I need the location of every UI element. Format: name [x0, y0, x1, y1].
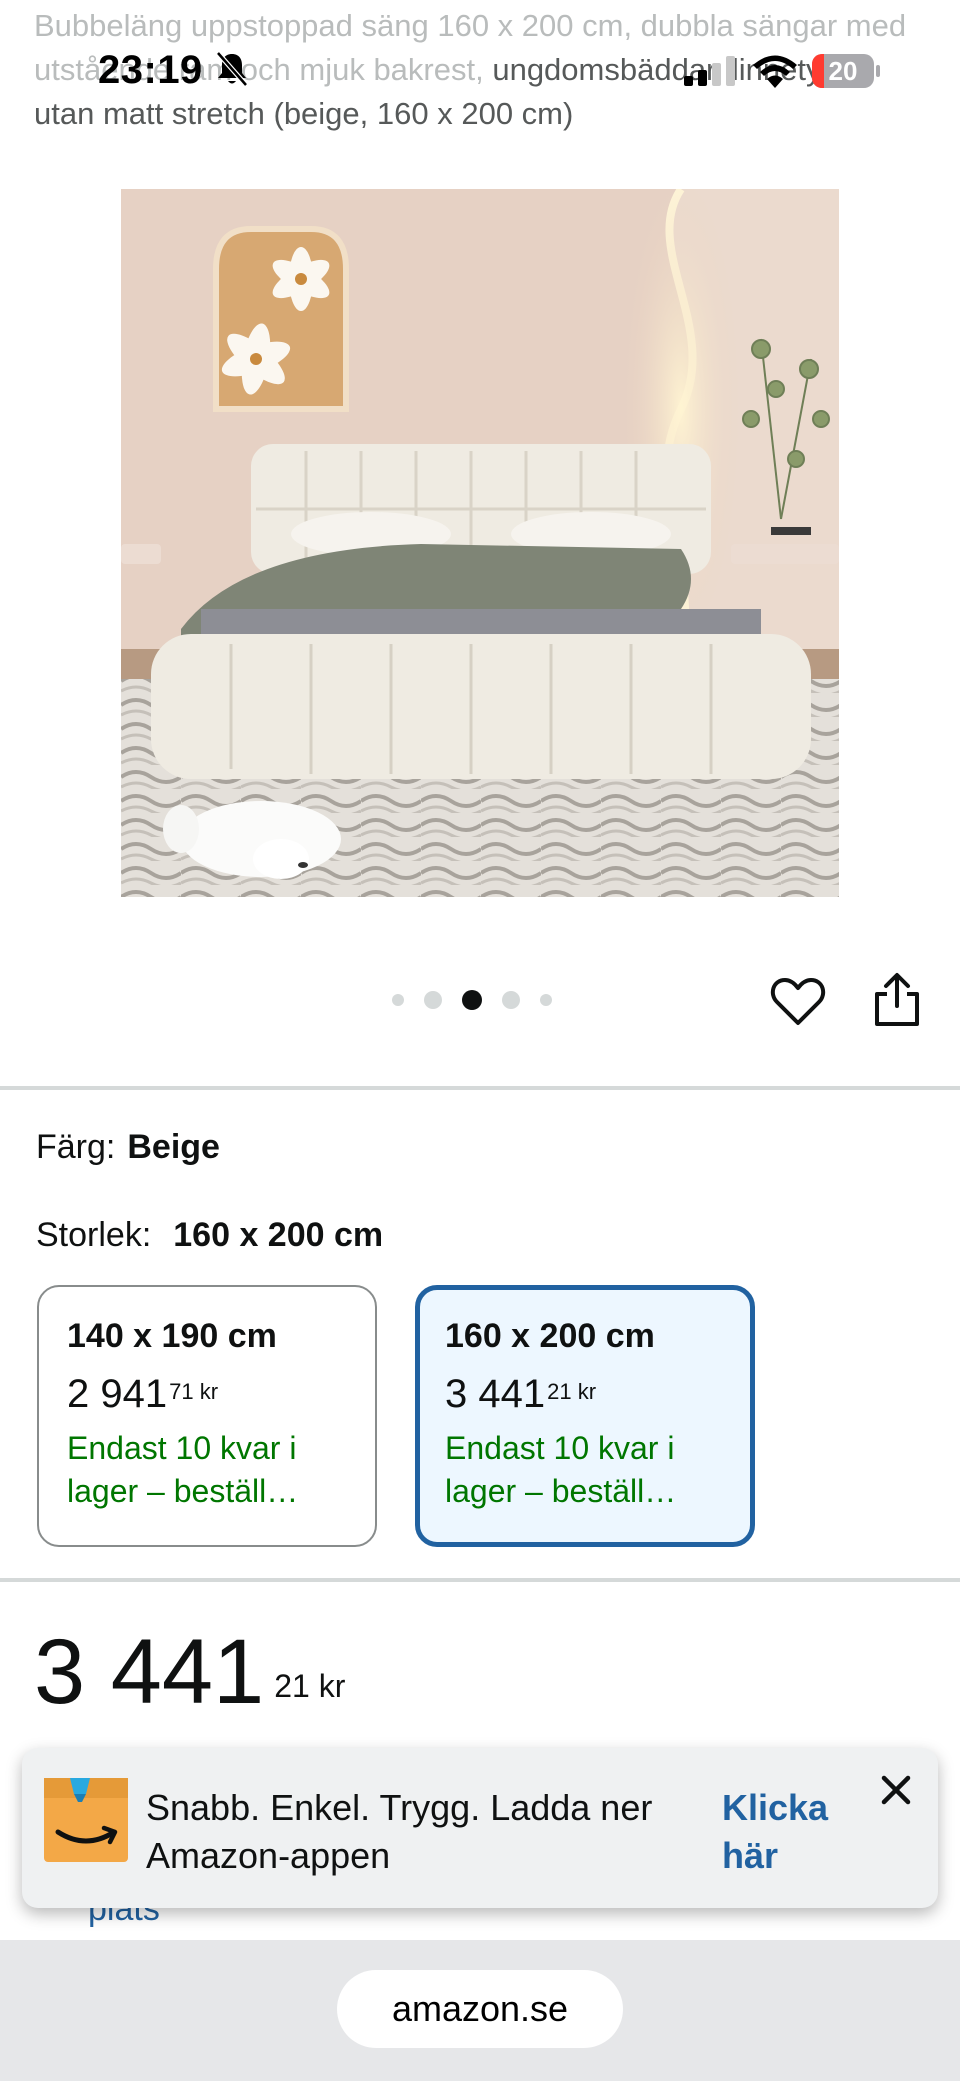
section-divider	[0, 1086, 960, 1090]
pagination-dot-active[interactable]	[462, 990, 482, 1010]
price-fraction: 21	[274, 1668, 310, 1704]
close-icon[interactable]	[874, 1768, 918, 1812]
pagination-dot[interactable]	[502, 991, 520, 1009]
product-image[interactable]	[121, 189, 839, 897]
color-label: Färg:	[36, 1128, 116, 1166]
price-currency: kr	[318, 1668, 346, 1704]
color-selection: Färg: Beige	[36, 1128, 220, 1167]
size-option-160x200[interactable]: 160 x 200 cm 3 44121 kr Endast 10 kvar i…	[415, 1285, 755, 1547]
bed-illustration	[121, 189, 839, 897]
size-option-price: 2 94171 kr	[67, 1372, 219, 1416]
pagination-dot[interactable]	[424, 991, 442, 1009]
size-option-stock: Endast 10 kvar i lager – beställ…	[67, 1430, 299, 1509]
size-option-140x190[interactable]: 140 x 190 cm 2 94171 kr Endast 10 kvar i…	[37, 1285, 377, 1547]
section-divider	[0, 1578, 960, 1582]
size-selection: Storlek: 160 x 200 cm	[36, 1216, 383, 1255]
browser-bottom-bar: amazon.se	[0, 1940, 960, 2081]
product-title: Bubbeläng uppstoppad säng 160 x 200 cm, …	[34, 4, 914, 136]
size-option-label: 140 x 190 cm	[67, 1317, 277, 1355]
color-value: Beige	[127, 1128, 220, 1166]
size-label: Storlek:	[36, 1216, 152, 1254]
share-icon[interactable]	[872, 972, 922, 1028]
product-title-faded: Bubbeläng uppstoppad säng 160 x 200 cm, …	[34, 8, 907, 43]
product-title-mid: utstående ram och mjuk bakrest,	[34, 52, 484, 87]
size-option-price: 3 44121 kr	[445, 1372, 597, 1416]
amazon-app-icon	[44, 1778, 128, 1862]
image-pagination[interactable]	[392, 988, 572, 1012]
size-option-label: 160 x 200 cm	[445, 1317, 655, 1355]
banner-text: Snabb. Enkel. Trygg. Ladda ner Amazon-ap…	[146, 1787, 653, 1876]
pagination-dot[interactable]	[540, 994, 552, 1006]
price-whole: 3 441	[34, 1621, 265, 1723]
product-price: 3 441 21 kr	[34, 1622, 345, 1722]
address-bar[interactable]: amazon.se	[337, 1970, 623, 2048]
size-option-stock: Endast 10 kvar i lager – beställ…	[445, 1430, 677, 1509]
app-download-banner: Snabb. Enkel. Trygg. Ladda ner Amazon-ap…	[22, 1748, 938, 1908]
size-value: 160 x 200 cm	[173, 1216, 384, 1254]
pagination-dot[interactable]	[392, 994, 404, 1006]
banner-install-link[interactable]: Klicka här	[722, 1784, 862, 1880]
heart-icon[interactable]	[770, 975, 826, 1027]
